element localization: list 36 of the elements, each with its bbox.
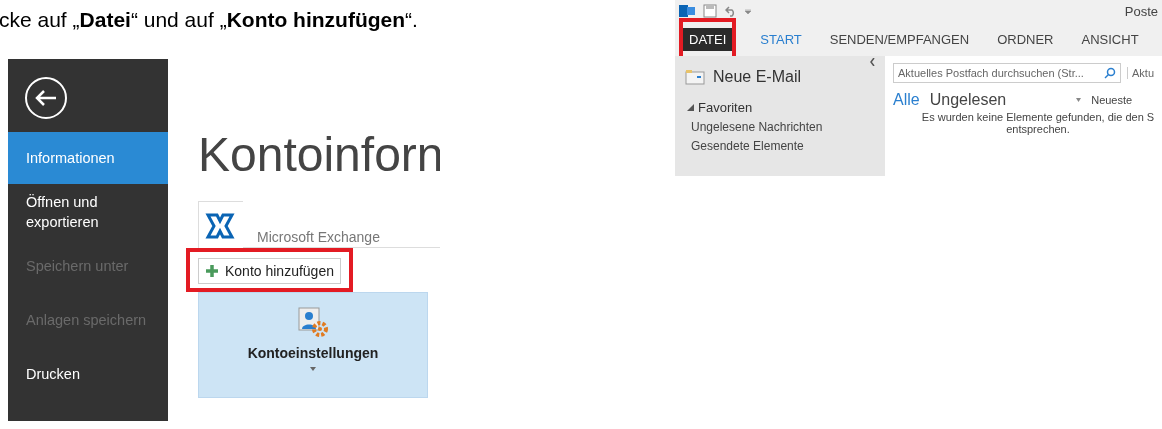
folder-item[interactable]: Ungelesene Nachrichten [691,120,885,134]
undo-icon[interactable] [725,5,737,17]
account-name: Microsoft Exchange [243,229,440,248]
ribbon-tab[interactable]: DATEI [683,27,733,51]
dropdown-icon[interactable] [745,8,751,14]
caret-icon [310,367,316,371]
plus-icon [205,264,219,278]
empty-message: Es wurden keine Elemente gefunden, die den S entsprechen. [920,111,1156,135]
window-title: Poste [1124,3,1158,19]
new-email-button[interactable]: Neue E-Mail [675,62,885,92]
ribbon-tab[interactable]: START [756,27,806,51]
folder-group[interactable]: Favoriten [698,100,753,115]
ribbon-tab[interactable]: ORDNER [993,27,1058,51]
envelope-icon [685,69,705,85]
account-settings-tile[interactable]: Kontoeinstellungen [198,292,428,398]
collapse-chevron-icon[interactable] [870,58,875,66]
filter-tab[interactable]: Alle [893,91,920,109]
menu-item[interactable]: Öffnen und exportieren [8,186,168,238]
exchange-logo-icon [205,212,235,240]
outlook-logo-icon[interactable] [679,4,695,18]
expand-triangle-icon[interactable] [687,104,694,111]
ribbon-tab[interactable]: SENDEN/EMPFANGEN [825,27,974,51]
menu-item[interactable]: Informationen [8,132,168,184]
page-title: Kontoinforn [198,129,440,181]
search-icon[interactable] [1104,67,1116,79]
user-gear-icon [298,307,328,337]
search-field[interactable]: Aktuelles Postfach durchsuchen (Str... [893,63,1121,83]
folder-item[interactable]: Gesendete Elemente [691,139,885,153]
sort-dropdown[interactable]: Neueste [1091,94,1133,106]
add-account-button[interactable]: Konto hinzufügen [198,258,341,284]
instruction-text: cke auf „Datei“ und auf „Konto hinzufügen“. [0,8,419,32]
ribbon-tab[interactable]: ANSICHT [1077,27,1143,51]
search-scope[interactable]: Aktu [1127,67,1154,79]
filter-tab[interactable]: Ungelesen [929,91,1007,109]
menu-item[interactable]: Drucken [8,348,168,400]
caret-icon[interactable] [1076,98,1082,102]
